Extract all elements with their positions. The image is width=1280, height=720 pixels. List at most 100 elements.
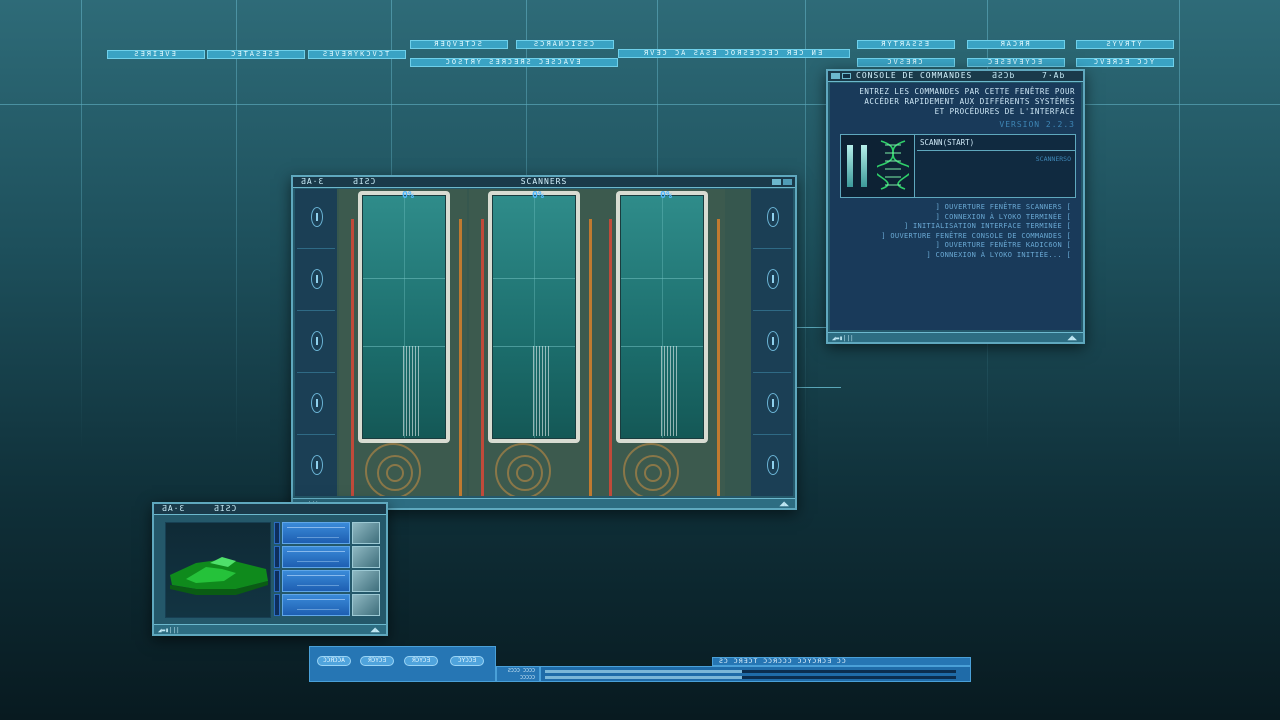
viewer-row[interactable]	[274, 570, 380, 592]
slot-icon	[311, 331, 323, 351]
resize-grip-icon[interactable]: ◢▬▮|||	[158, 627, 180, 634]
slot	[297, 189, 335, 249]
log-line: ] CONNEXION À LYOKO TERMINÉE [	[935, 212, 1071, 221]
scanners-titlebar[interactable]: ƋA·Ɛ ƋIƧƆ SCANNERS	[293, 177, 795, 188]
menu-button[interactable]	[831, 73, 840, 79]
row-marker	[274, 546, 280, 568]
3d-map-view[interactable]	[165, 522, 271, 618]
status-bar	[540, 666, 971, 682]
viewer-titlebar[interactable]: ƋA·Ɛ ƋIƧƆ	[154, 504, 386, 515]
viewer-row[interactable]	[274, 594, 380, 616]
connector-line	[797, 327, 828, 328]
slot-icon	[767, 207, 779, 227]
close-button[interactable]	[783, 179, 792, 185]
slot	[297, 251, 335, 311]
top-menu-item[interactable]: ЯƎQVƎTƆƧ	[410, 40, 508, 49]
scanner-glass	[492, 195, 576, 439]
slot-icon	[311, 393, 323, 413]
minimize-button[interactable]	[772, 179, 781, 185]
log-line: ] OUVERTURE FENÊTRE CONSOLE DE COMMANDES…	[881, 231, 1071, 240]
viewer-row[interactable]	[274, 546, 380, 568]
taskbar: ƆƆЯƆƆA ЯƆYƆƎ ЯƆYƆƎ ƆYƆƆƎ	[309, 646, 496, 682]
indicator-stripe	[459, 219, 462, 496]
log-line: ] CONNEXION À LYOKO INITIÉE... [	[926, 250, 1071, 259]
grid-line	[81, 0, 82, 450]
scan-readout	[533, 346, 549, 436]
row-marker	[274, 522, 280, 544]
top-menu-item[interactable]: ƆVƎЯƆƎ ƆƆY	[1076, 58, 1174, 67]
scan-percent: 0%	[532, 190, 545, 201]
slot	[297, 313, 335, 373]
menu-button[interactable]	[842, 73, 851, 79]
top-menu-item[interactable]: ƆƎƧƎVƎYƆƎ	[967, 58, 1065, 67]
scanner-pod[interactable]: 0%	[469, 189, 597, 496]
top-menu-item[interactable]: ƧƎVƎЯYKƆVƆT	[308, 50, 406, 59]
level-bar	[861, 145, 867, 187]
top-menu-item[interactable]: ЯAƆЯЯ	[967, 40, 1065, 49]
row-thumbnail	[352, 546, 380, 568]
indicator-stripe	[351, 219, 354, 496]
scanner-glass	[620, 195, 704, 439]
console-log: ] OUVERTURE FENÊTRE SCANNERS [ ] CONNEXI…	[881, 203, 1071, 261]
slot-icon	[311, 455, 323, 475]
scanners-window: ƋA·Ɛ ƋIƧƆ SCANNERS 0% 0% 0% ◢◣	[291, 175, 797, 510]
console-titlebar[interactable]: CONSOLE DE COMMANDES ƋƧƆb 7·Ab	[828, 71, 1083, 82]
slot-icon	[767, 393, 779, 413]
slot	[297, 375, 335, 435]
viewer-row[interactable]	[274, 522, 380, 544]
scroll-arrows-icon[interactable]: ◢◣	[1067, 333, 1077, 342]
viewer-body	[156, 516, 384, 622]
indicator-stripe	[717, 219, 720, 496]
scanner-base-icon	[495, 443, 551, 496]
scroll-arrows-icon[interactable]: ◢◣	[779, 499, 789, 508]
right-column	[751, 189, 793, 496]
progress-track	[545, 676, 956, 679]
scanners-body: 0% 0% 0%	[295, 189, 793, 496]
row-card	[282, 522, 350, 544]
top-menu-item[interactable]: ЯVƎƆ ƆA ƧAƧƎ ƆOЯƧƎƆƆƎƆ ЯƎƆ ИƎ	[618, 49, 850, 58]
slot	[297, 437, 335, 496]
taskbar-button[interactable]: ƆYƆƆƎ	[450, 656, 484, 666]
top-menu-item[interactable]: ƆOƧTЯY ƧƎЯƆƎЯƧ ƆƎƧƆAVƎ	[410, 58, 618, 67]
intro-line: ET PROCÉDURES DE L'INTERFACE	[934, 107, 1075, 116]
slot	[753, 437, 791, 496]
scanner-base-icon	[365, 443, 421, 496]
row-card	[282, 594, 350, 616]
scan-readout	[403, 346, 419, 436]
resize-grip-icon[interactable]: ◢▬▮|||	[832, 335, 854, 342]
taskbar-button[interactable]: ЯƆYƆƎ	[360, 656, 394, 666]
slot-icon	[311, 207, 323, 227]
console-body[interactable]: ENTREZ LES COMMANDES PAR CETTE FENÊTRE P…	[830, 83, 1081, 330]
scanner-capsule	[488, 191, 580, 443]
top-menu-item[interactable]: ƆVƧƎЯƆ	[857, 58, 955, 67]
titlebar-glyphs: ƋƧƆb	[992, 71, 1016, 80]
indicator-stripe	[609, 219, 612, 496]
console-window: CONSOLE DE COMMANDES ƋƧƆb 7·Ab ENTREZ LE…	[826, 69, 1085, 344]
scanner-pod[interactable]: 0%	[339, 189, 467, 496]
scanner-base-icon	[623, 443, 679, 496]
taskbar-button[interactable]: ƆƆЯƆƆA	[317, 656, 351, 666]
status-menu[interactable]: ƧƆ ƆЯƎƆT ƆƆЯƆƆƆ ƆƆYƆЯƆƎ ƆƆ	[712, 657, 971, 666]
connector-line	[797, 387, 841, 388]
titlebar-glyphs: ƋA·Ɛ	[162, 504, 186, 513]
scanner-capsule	[616, 191, 708, 443]
top-menu-item[interactable]: ЯYTЯAƧƧƎ	[857, 40, 955, 49]
top-menu-item[interactable]: ƧYVЯTY	[1076, 40, 1174, 49]
row-card	[282, 546, 350, 568]
scan-readout	[661, 346, 677, 436]
top-menu-item[interactable]: ƧƎЯIƎVƎ	[107, 50, 205, 59]
scanner-pod[interactable]: 0%	[597, 189, 725, 496]
top-menu-item[interactable]: ƧƆЯAИƆIƧƧƆ	[516, 40, 614, 49]
level-bars	[847, 145, 869, 187]
level-bar	[847, 145, 853, 187]
scroll-arrows-icon[interactable]: ◢◣	[370, 625, 380, 634]
row-thumbnail	[352, 594, 380, 616]
window-title: CONSOLE DE COMMANDES	[856, 71, 973, 80]
log-line: ] OUVERTURE FENÊTRE SCANNERS [	[935, 203, 1071, 211]
viewer-footer: ◢▬▮||| ◢◣	[154, 624, 386, 634]
command-input[interactable]: SCANN(START)	[917, 135, 1075, 151]
console-intro: ENTREZ LES COMMANDES PAR CETTE FENÊTRE P…	[836, 87, 1075, 117]
progress-fill	[545, 676, 743, 679]
taskbar-button[interactable]: ЯƆYƆƎ	[404, 656, 438, 666]
top-menu-item[interactable]: ƆƎTAƧƎƧƎ	[207, 50, 305, 59]
